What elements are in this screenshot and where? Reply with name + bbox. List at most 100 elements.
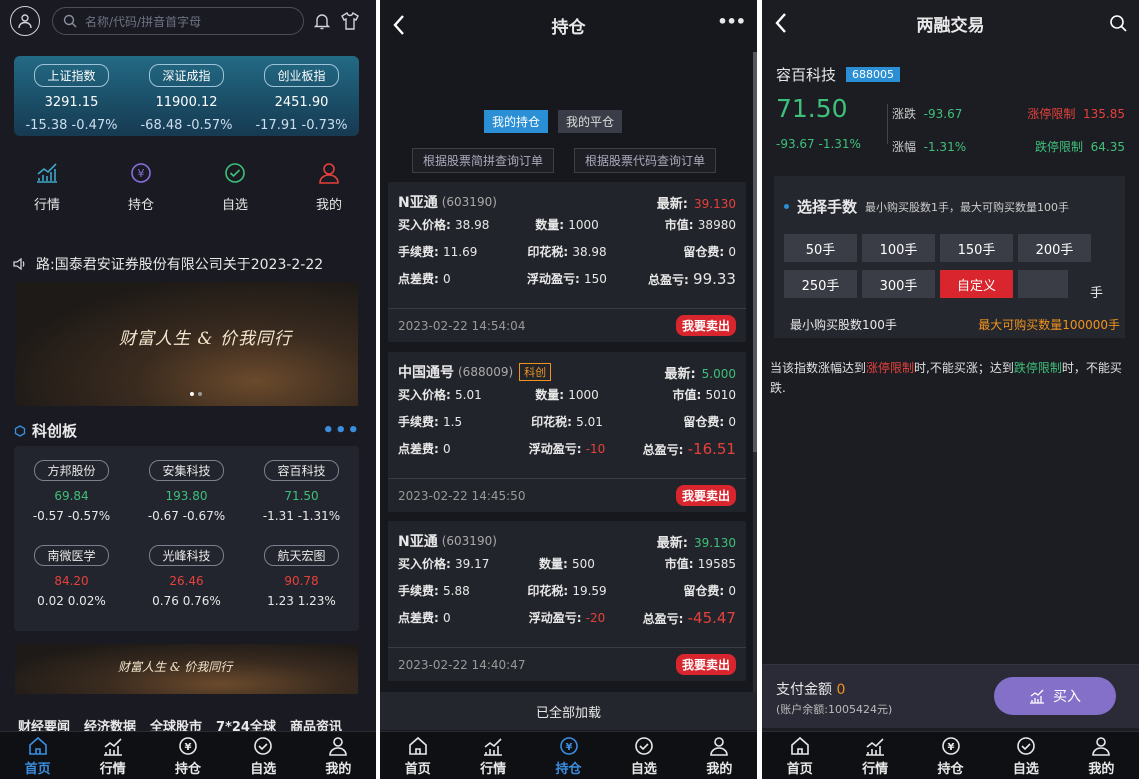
back-icon[interactable] [774, 11, 788, 35]
tab-home[interactable]: 首页 [380, 732, 455, 779]
index-item[interactable]: 创业板指 2451.90 -17.91 -0.73% [244, 56, 359, 136]
index-item[interactable]: 深证成指 11900.12 -68.48 -0.57% [129, 56, 244, 136]
lot-option[interactable]: 100手 [862, 234, 935, 262]
trend-chart-icon [484, 737, 503, 756]
tab-watchlist[interactable]: 自选 [988, 732, 1063, 779]
promo-banner[interactable]: 财富人生 & 价我同行 [15, 282, 358, 406]
seg-closed[interactable]: 我的平仓 [558, 110, 623, 133]
stock-price: 193.80 [165, 489, 208, 503]
custom-lot-input[interactable] [1018, 270, 1068, 298]
avatar[interactable] [10, 6, 40, 36]
check-circle-icon [1017, 736, 1035, 755]
order-latest: 最新: 5.000 [664, 366, 736, 382]
tab-label: 首页 [24, 761, 51, 777]
order-time: 2023-02-22 14:40:47 [398, 657, 526, 672]
quick-holdings[interactable]: ¥ 持仓 [94, 160, 188, 213]
stock-change: -0.67 -0.67% [147, 509, 226, 523]
svg-text:¥: ¥ [565, 742, 572, 753]
order-stock-code: (688009) [458, 365, 514, 379]
check-circle-icon [635, 736, 653, 755]
divider [887, 104, 888, 144]
tab-home[interactable]: 首页 [0, 732, 75, 779]
notice-bar[interactable]: 路:国泰君安证券股份有限公司关于2023-2-22 [12, 254, 362, 274]
lot-unit: 手 [1090, 286, 1104, 301]
order-card[interactable]: N亚通 (603190) 最新: 39.130 买入价格: 39.17 数量: 50… [388, 521, 746, 681]
order-card[interactable]: N亚通 (603190) 最新: 39.130 买入价格: 38.98 数量: 10… [388, 182, 746, 342]
tab-label: 首页 [404, 761, 431, 777]
tab-watchlist[interactable]: 自选 [606, 732, 681, 779]
all-loaded-text: 已全部加载 [380, 692, 757, 730]
svg-text:¥: ¥ [138, 167, 145, 180]
lot-option[interactable]: 300手 [862, 270, 935, 298]
pay-bar: 支付金额 0 (账户余额:1005424元) 买入 [762, 664, 1139, 728]
banner-dots [190, 392, 202, 396]
sell-button[interactable]: 我要卖出 [675, 654, 736, 675]
more-icon[interactable]: ••• [322, 420, 360, 441]
tab-mine[interactable]: 我的 [301, 732, 376, 779]
tab-holdings[interactable]: ¥ 持仓 [150, 732, 225, 779]
index-name: 创业板指 [264, 64, 339, 87]
index-value: 11900.12 [155, 95, 218, 110]
sell-button[interactable]: 我要卖出 [675, 315, 736, 336]
tab-label: 我的 [325, 761, 352, 777]
lot-option[interactable]: 200手 [1018, 234, 1091, 262]
tab-holdings[interactable]: ¥ 持仓 [913, 732, 988, 779]
order-card[interactable]: 中国通号 (688009) 科创 最新: 5.000 买入价格: 5.01 数量: 1… [388, 352, 746, 512]
scrollbar[interactable] [753, 52, 757, 692]
trend-chart-icon [37, 163, 57, 183]
tab-watchlist[interactable]: 自选 [226, 732, 301, 779]
quick-market[interactable]: 行情 [0, 160, 94, 213]
lot-limits: 最小购买股数100手 最大可购买数量100000手 [790, 316, 1120, 333]
index-value: 3291.15 [44, 95, 99, 110]
index-change: -17.91 -0.73% [255, 118, 348, 133]
person-icon [319, 163, 339, 184]
bell-icon[interactable] [314, 12, 330, 30]
sell-button[interactable]: 我要卖出 [675, 485, 736, 506]
person-icon [329, 736, 348, 756]
lot-option[interactable]: 250手 [784, 270, 857, 298]
tab-market[interactable]: 行情 [455, 732, 530, 779]
tab-home[interactable]: 首页 [762, 732, 837, 779]
order-time: 2023-02-22 14:54:04 [398, 318, 526, 333]
search-icon[interactable] [1109, 14, 1127, 32]
price-change: -93.67 -1.31% [776, 137, 861, 151]
shirt-icon[interactable] [340, 12, 360, 30]
lot-selector: 选择手数 最小购买股数1手，最大可购买数量100手 50手 100手 150手 2… [774, 176, 1125, 338]
stock-card[interactable]: 方邦股份 69.84 -0.57 -0.57% [14, 454, 129, 539]
quick-holdings-label: 持仓 [127, 198, 154, 213]
seg-holding[interactable]: 我的持仓 [484, 110, 549, 133]
tab-mine[interactable]: 我的 [682, 732, 757, 779]
quick-watchlist[interactable]: 自选 [188, 160, 282, 213]
stock-card[interactable]: 光峰科技 26.46 0.76 0.76% [129, 539, 244, 624]
trend-chart-icon [103, 737, 122, 756]
query-by-abbr-button[interactable]: 根据股票简拼查询订单 [412, 148, 555, 173]
lot-options: 50手 100手 150手 200手 250手 300手 自定义 [784, 234, 1091, 298]
tab-market[interactable]: 行情 [837, 732, 912, 779]
tab-market[interactable]: 行情 [75, 732, 150, 779]
current-price: 71.50 [776, 94, 848, 123]
order-details: 买入价格: 38.98 数量: 1000 市值: 38980 手续费: 11.6… [398, 218, 736, 288]
tab-mine[interactable]: 我的 [1064, 732, 1139, 779]
trend-chart-icon [866, 737, 885, 756]
promo-banner-2[interactable]: 财富人生 & 价我同行 [15, 644, 358, 694]
stock-card[interactable]: 航天宏图 90.78 1.23 1.23% [244, 539, 359, 624]
more-icon[interactable]: ••• [717, 12, 746, 31]
buy-button[interactable]: 买入 [994, 677, 1116, 715]
lot-custom[interactable]: 自定义 [940, 270, 1013, 298]
back-icon[interactable] [392, 13, 406, 37]
lot-option[interactable]: 50手 [784, 234, 857, 262]
quick-watchlist-label: 自选 [221, 198, 248, 213]
query-by-code-button[interactable]: 根据股票代码查询订单 [574, 148, 717, 173]
lot-option[interactable]: 150手 [940, 234, 1013, 262]
stock-card[interactable]: 安集科技 193.80 -0.67 -0.67% [129, 454, 244, 539]
quick-mine[interactable]: 我的 [282, 160, 376, 213]
index-item[interactable]: 上证指数 3291.15 -15.38 -0.47% [14, 56, 129, 136]
stock-card[interactable]: 容百科技 71.50 -1.31 -1.31% [244, 454, 359, 539]
tab-holdings[interactable]: ¥ 持仓 [531, 732, 606, 779]
home-screen: 名称/代码/拼音首字母 上证指数 3291.15 -15.38 -0.47% 深… [0, 0, 376, 779]
order-latest: 最新: 39.130 [656, 196, 736, 212]
search-input[interactable]: 名称/代码/拼音首字母 [52, 7, 304, 35]
search-placeholder: 名称/代码/拼音首字母 [85, 14, 202, 29]
tab-label: 持仓 [937, 761, 964, 777]
stock-card[interactable]: 南微医学 84.20 0.02 0.02% [14, 539, 129, 624]
